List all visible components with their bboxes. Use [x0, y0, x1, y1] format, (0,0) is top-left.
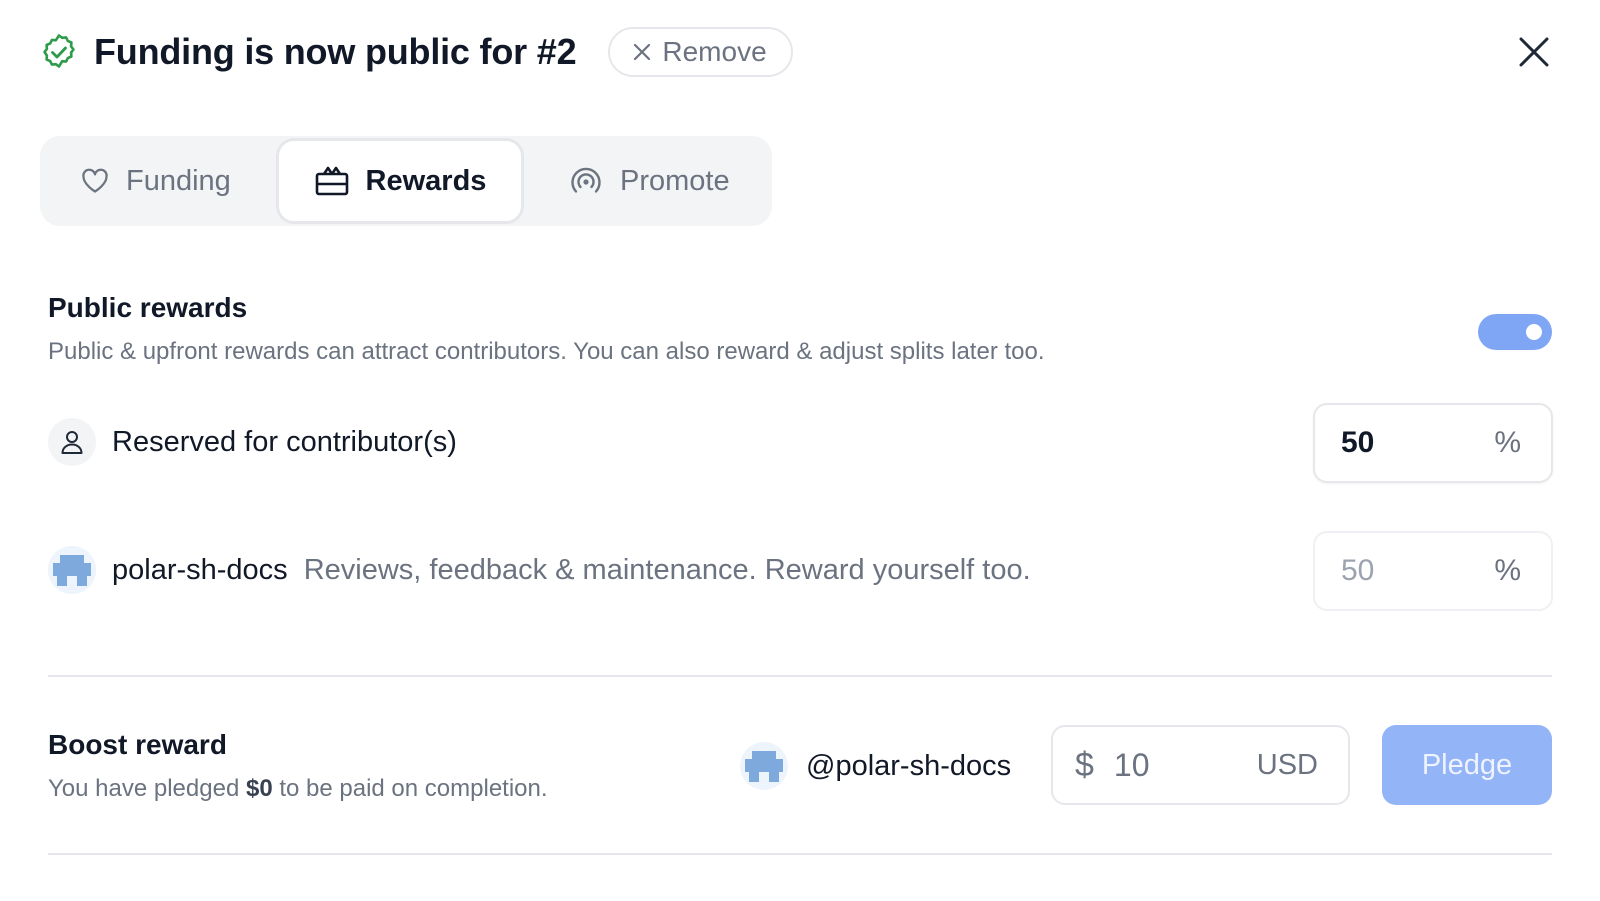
- check-circle-icon: [40, 33, 78, 71]
- divider: [48, 853, 1552, 855]
- toggle-knob: [1526, 324, 1542, 340]
- percent-symbol: %: [1494, 554, 1521, 587]
- split-row-contributors: Reserved for contributor(s): [48, 418, 457, 466]
- avatar: [48, 546, 96, 594]
- pledged-amount: $0: [245, 775, 273, 802]
- public-rewards-toggle[interactable]: [1478, 314, 1552, 350]
- avatar: [740, 742, 788, 790]
- maintainer-split-input[interactable]: 50 %: [1313, 531, 1553, 611]
- boost-handle: @polar-sh-docs: [806, 749, 1012, 782]
- public-rewards-description: Public & upfront rewards can attract con…: [48, 338, 1045, 365]
- boost-title: Boost reward: [48, 729, 227, 760]
- split-label: polar-sh-docs: [112, 553, 288, 586]
- boost-desc-suffix: to be paid on completion.: [279, 775, 548, 802]
- tab-promote[interactable]: Promote: [524, 138, 730, 224]
- tab-funding[interactable]: Funding: [40, 138, 276, 224]
- gift-icon: [315, 166, 348, 196]
- heart-icon: [82, 168, 108, 193]
- remove-label: Remove: [662, 36, 767, 67]
- modal-header: Funding is now public for #2 Remove: [40, 26, 793, 78]
- boost-desc-prefix: You have pledged: [48, 775, 240, 802]
- tab-promote-label: Promote: [620, 164, 730, 197]
- split-value: 50: [1341, 426, 1375, 459]
- x-icon: [634, 43, 651, 61]
- close-button[interactable]: [1516, 34, 1552, 70]
- boost-user: @polar-sh-docs: [740, 742, 1011, 790]
- split-row-maintainer: polar-sh-docs Reviews, feedback & mainte…: [48, 546, 1031, 594]
- remove-button[interactable]: Remove: [608, 27, 793, 77]
- broadcast-icon: [571, 167, 601, 193]
- modal-title: Funding is now public for #2: [94, 31, 577, 72]
- split-value: 50: [1341, 554, 1375, 587]
- pledge-amount-input[interactable]: $ 10 USD: [1051, 725, 1350, 805]
- percent-symbol: %: [1494, 426, 1521, 459]
- contributor-split-input[interactable]: 50 %: [1313, 403, 1553, 483]
- pledge-amount-value: 10: [1113, 746, 1150, 783]
- public-rewards-title: Public rewards: [48, 292, 248, 323]
- funding-modal: Funding is now public for #2 Remove Fund…: [0, 0, 1600, 901]
- tab-funding-label: Funding: [126, 164, 231, 197]
- tab-rewards[interactable]: Rewards: [276, 138, 524, 224]
- boost-description: You have pledged $0 to be paid on comple…: [48, 775, 548, 803]
- currency-label: USD: [1256, 748, 1318, 781]
- close-icon: [1519, 37, 1549, 67]
- tab-bar: Funding Rewards Promote: [40, 136, 772, 226]
- divider: [48, 675, 1552, 677]
- dollar-icon: $: [1075, 745, 1094, 784]
- pledge-button[interactable]: Pledge: [1382, 725, 1552, 805]
- tab-rewards-label: Rewards: [365, 164, 487, 197]
- user-icon: [48, 418, 96, 466]
- split-subtext: Reviews, feedback & maintenance. Reward …: [303, 553, 1031, 586]
- split-label: Reserved for contributor(s): [112, 425, 457, 458]
